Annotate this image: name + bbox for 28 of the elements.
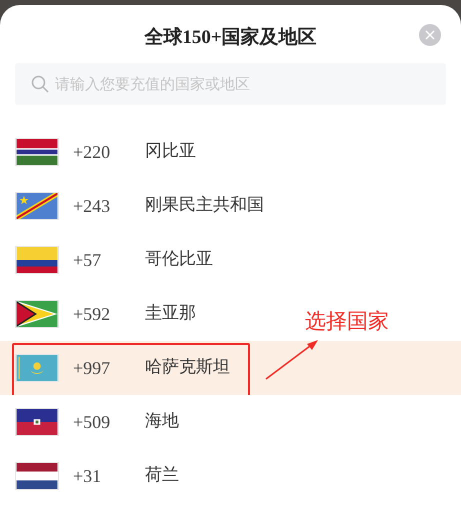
arrow (264, 337, 320, 381)
country-name: 哈萨克斯坦 (145, 356, 230, 380)
country-name: 海地 (145, 410, 179, 434)
dial-code: +243 (73, 194, 112, 218)
dial-code: +592 (73, 302, 112, 326)
close-button[interactable] (419, 24, 441, 46)
dial-code: +509 (73, 410, 112, 434)
annotation-label: 选择国家 (305, 308, 389, 335)
country-name: 荷兰 (145, 464, 179, 488)
country-name: 哥伦比亚 (145, 248, 213, 272)
country-name: 刚果民主共和国 (145, 194, 264, 218)
dial-code: +997 (73, 356, 112, 380)
flag-icon (15, 300, 59, 328)
search-icon (31, 75, 49, 93)
country-row[interactable]: +997 哈萨克斯坦 (0, 341, 461, 395)
country-name: 冈比亚 (145, 140, 196, 164)
flag-icon (15, 246, 59, 274)
close-icon (425, 30, 435, 40)
dial-code: +31 (73, 464, 102, 488)
flag-icon (15, 138, 59, 166)
flag-icon (15, 354, 59, 382)
country-name: 圭亚那 (145, 302, 196, 326)
flag-icon (15, 408, 59, 436)
dial-code: +220 (73, 140, 112, 164)
dialog-title: 全球150+国家及地区 (144, 26, 317, 50)
flag-icon (15, 192, 59, 220)
flag-icon (15, 462, 59, 490)
dial-code: +57 (73, 248, 102, 272)
